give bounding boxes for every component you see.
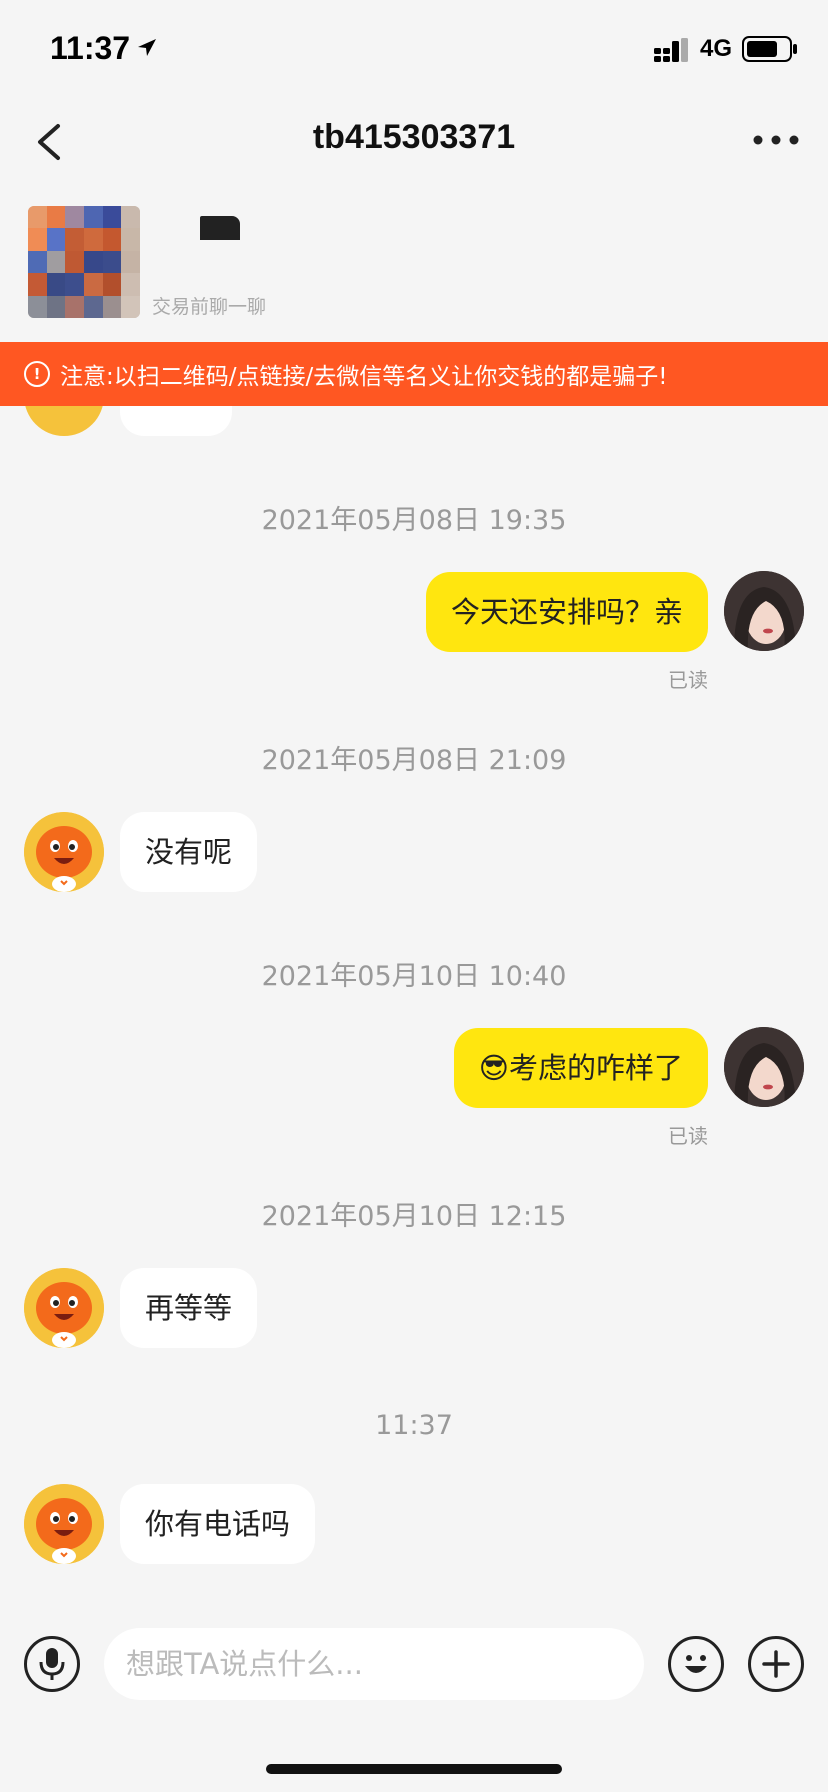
- voice-button[interactable]: [24, 1636, 80, 1692]
- alert-circle-icon: !: [24, 361, 50, 387]
- signal-icon: [654, 38, 688, 62]
- contact-avatar[interactable]: [24, 1268, 104, 1348]
- user-avatar[interactable]: [724, 571, 804, 651]
- product-thumbnail[interactable]: [28, 206, 140, 318]
- location-arrow-icon: [138, 39, 156, 56]
- page-title: tb415303371: [312, 118, 516, 156]
- message-bubble-received[interactable]: 你有电话吗: [120, 1484, 316, 1564]
- home-indicator[interactable]: [266, 1764, 562, 1774]
- user-photo-icon: [724, 1027, 804, 1107]
- message-input[interactable]: [104, 1628, 644, 1700]
- warning-text: 注意:以扫二维码/点链接/去微信等名义让你交钱的都是骗子!: [60, 364, 668, 390]
- contact-avatar[interactable]: [24, 812, 104, 892]
- smiley-icon: [685, 1655, 707, 1673]
- message-bubble-sent[interactable]: 😎考虑的咋样了: [453, 1028, 708, 1108]
- add-attachment-button[interactable]: [748, 1636, 804, 1692]
- product-title-redacted: [200, 216, 240, 240]
- battery-icon: [742, 36, 797, 62]
- more-button[interactable]: [750, 122, 802, 160]
- read-receipt: 已读: [668, 1124, 708, 1148]
- plus-icon: [762, 1650, 790, 1678]
- message-text: 考虑的咋样了: [508, 1051, 683, 1085]
- message-bubble-sent[interactable]: 今天还安排吗？亲: [425, 572, 708, 652]
- message-timestamp: 2021年05月10日 12:15: [261, 1201, 567, 1232]
- scam-warning-banner: ! 注意:以扫二维码/点链接/去微信等名义让你交钱的都是骗子!: [0, 342, 828, 406]
- user-avatar[interactable]: [724, 1027, 804, 1107]
- message-timestamp: 11:37: [375, 1410, 453, 1441]
- message-bubble-received[interactable]: 没有呢: [120, 812, 258, 892]
- microphone-icon: [39, 1648, 65, 1680]
- user-photo-icon: [724, 571, 804, 651]
- network-label: 4G: [700, 35, 733, 62]
- message-timestamp: 2021年05月10日 10:40: [261, 961, 567, 992]
- mascot-avatar-icon: [24, 812, 104, 892]
- status-time: 11:37: [50, 30, 131, 66]
- product-subtitle: 交易前聊一聊: [152, 296, 267, 318]
- read-receipt: 已读: [668, 668, 708, 692]
- message-timestamp: 2021年05月08日 19:35: [261, 505, 567, 536]
- message-bubble-received[interactable]: 再等等: [120, 1268, 258, 1348]
- message-timestamp: 2021年05月08日 21:09: [261, 745, 567, 776]
- mascot-avatar-icon: [24, 1484, 104, 1564]
- sunglasses-emoji-icon: 😎: [478, 1051, 509, 1085]
- contact-avatar[interactable]: [24, 1484, 104, 1564]
- emoji-button[interactable]: [668, 1636, 724, 1692]
- mascot-avatar-icon: [24, 1268, 104, 1348]
- more-dots-icon: [753, 135, 799, 145]
